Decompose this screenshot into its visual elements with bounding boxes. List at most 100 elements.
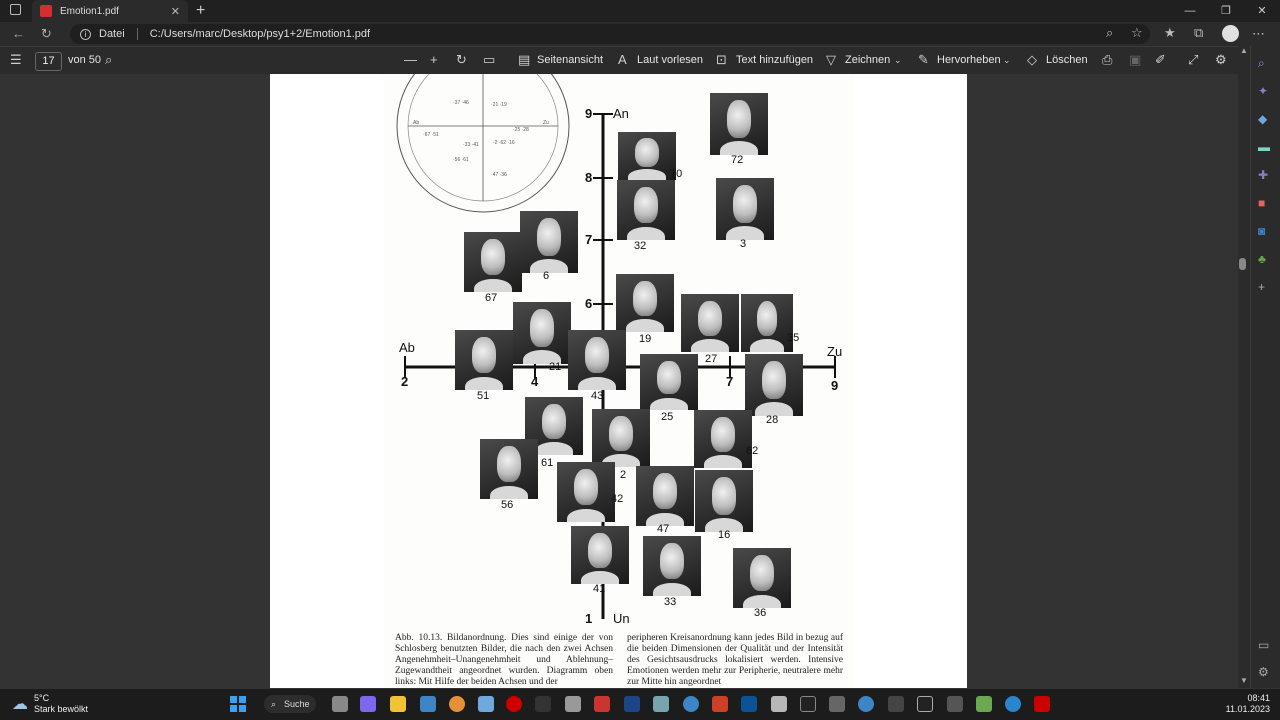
highlight-icon: ✎ [918, 52, 929, 67]
draw-button[interactable]: Zeichnen [845, 54, 890, 66]
tab-title: Emotion1.pdf [60, 5, 119, 17]
face-photo [643, 536, 701, 596]
table-of-contents-icon[interactable]: ☰ [10, 52, 22, 68]
add-text-button[interactable]: Text hinzufügen [736, 54, 813, 66]
url-field[interactable]: i Datei C:/Users/marc/Desktop/psy1+2/Emo… [70, 24, 1150, 44]
app-icon[interactable] [594, 696, 610, 712]
pdf-app-icon[interactable] [1034, 696, 1050, 712]
fullscreen-icon[interactable]: ⤢ [1188, 52, 1198, 68]
draw-dropdown-icon[interactable]: ⌄ [894, 55, 902, 66]
face-number: 25 [661, 411, 674, 423]
face-photo [592, 409, 650, 467]
app-icon[interactable] [888, 696, 904, 712]
settings-icon[interactable]: ⚙ [1215, 52, 1227, 68]
zoom-out-icon[interactable]: — [404, 52, 417, 67]
read-aloud-button[interactable]: Laut vorlesen [637, 54, 703, 66]
face-number: 72 [731, 154, 744, 166]
restore-icon[interactable]: ❐ [1208, 0, 1244, 22]
window-menu-icon[interactable] [10, 4, 21, 15]
highlight-button[interactable]: Hervorheben [937, 54, 1001, 66]
collections-icon[interactable]: ⧉ [1194, 25, 1203, 41]
page-total: von 50 [68, 54, 102, 66]
browser-tab[interactable]: Emotion1.pdf ✕ [32, 0, 188, 22]
tools-icon[interactable]: ▬ [1258, 140, 1270, 154]
tick-y-8: 8 [585, 170, 593, 185]
outlook-icon[interactable]: ◙ [1258, 224, 1265, 238]
face-number: 21 [549, 361, 562, 373]
search-icon[interactable]: ⌕ [1258, 56, 1265, 71]
page-number-input[interactable]: 17 [35, 52, 62, 71]
app-icon[interactable] [829, 696, 845, 712]
tree-icon[interactable]: ♣ [1258, 252, 1266, 266]
edge-icon[interactable] [1005, 696, 1021, 712]
weather-desc: Stark bewölkt [34, 704, 89, 714]
new-tab-button[interactable]: + [196, 2, 205, 20]
terminal-icon[interactable] [917, 696, 933, 712]
face-photo [694, 410, 752, 468]
app-icon[interactable] [976, 696, 992, 712]
system-clock[interactable]: 08:41 11.01.2023 [1226, 693, 1270, 715]
favorites-icon[interactable]: ★ [1164, 25, 1176, 41]
start-icon[interactable] [230, 696, 246, 712]
app-icon[interactable] [565, 696, 581, 712]
url-text: C:/Users/marc/Desktop/psy1+2/Emotion1.pd… [149, 28, 371, 40]
games-icon[interactable]: ✚ [1258, 168, 1268, 182]
weather-widget[interactable]: 5°C Stark bewölkt [34, 693, 88, 715]
terminal-icon[interactable] [800, 696, 816, 712]
firefox-icon[interactable] [449, 696, 465, 712]
zoom-in-icon[interactable]: + [430, 52, 438, 67]
vertical-scrollbar[interactable]: ▲ ▼ [1238, 46, 1250, 688]
face-number: 56 [501, 499, 514, 511]
telegram-icon[interactable] [858, 696, 874, 712]
refresh-icon[interactable]: ↻ [41, 26, 52, 42]
rotate-icon[interactable]: ↻ [456, 52, 467, 68]
add-icon[interactable]: + [1258, 280, 1265, 294]
app-icon[interactable] [653, 696, 669, 712]
app-icon[interactable] [771, 696, 787, 712]
minimize-icon[interactable]: — [1172, 0, 1208, 22]
copilot-icon[interactable]: ✦ [1258, 84, 1268, 98]
sidebar-toggle-icon[interactable]: ▭ [1258, 638, 1269, 652]
face-photo [513, 302, 571, 364]
app-icon[interactable] [741, 696, 757, 712]
back-icon[interactable]: ← [12, 26, 25, 41]
search-icon[interactable]: ⌕ [105, 52, 112, 68]
tick-y-7: 7 [585, 232, 593, 247]
powershell-icon[interactable] [624, 696, 640, 712]
scheme-label: Datei [99, 28, 125, 40]
taskbar-search[interactable]: ⌕ Suche [264, 695, 316, 713]
add-text-icon: ⊡ [716, 52, 727, 67]
app-icon[interactable] [712, 696, 728, 712]
telegram-icon[interactable] [683, 696, 699, 712]
save-as-icon[interactable]: ✐ [1155, 52, 1166, 68]
pdf-viewer[interactable]: ·37 ·46·21 ·19 ·33 ·41·2 ·62 ·16 ·56 ·61… [0, 74, 1250, 688]
weather-icon[interactable]: ☁ [12, 694, 28, 714]
face-number: 43 [591, 390, 604, 402]
close-window-icon[interactable]: ✕ [1244, 0, 1280, 22]
close-tab-icon[interactable]: ✕ [171, 5, 180, 18]
task-view-icon[interactable] [332, 696, 348, 712]
office-icon[interactable]: ■ [1258, 196, 1265, 210]
shopping-icon[interactable]: ◆ [1258, 112, 1267, 126]
file-explorer-icon[interactable] [390, 696, 406, 712]
zoom-icon[interactable]: ⌕ [1106, 25, 1113, 41]
erase-button[interactable]: Löschen [1046, 54, 1088, 66]
sidebar-settings-icon[interactable]: ⚙ [1258, 665, 1269, 679]
tick-x-2: 2 [401, 374, 409, 389]
fit-page-icon[interactable]: ▭ [483, 52, 495, 68]
scrollbar-thumb[interactable] [1239, 258, 1246, 270]
more-menu-icon[interactable]: ⋯ [1252, 26, 1265, 42]
favorite-add-icon[interactable]: ☆ [1131, 25, 1143, 41]
highlight-dropdown-icon[interactable]: ⌄ [1003, 55, 1011, 66]
face-number: 36 [754, 607, 767, 619]
app-icon[interactable] [478, 696, 494, 712]
live-icon[interactable] [535, 696, 551, 712]
face-number: 51 [477, 390, 490, 402]
print-icon[interactable]: ⎙ [1102, 52, 1112, 68]
chrome-icon[interactable] [506, 696, 522, 712]
page-view-button[interactable]: Seitenansicht [537, 54, 603, 66]
profile-avatar[interactable] [1222, 25, 1239, 42]
teams-icon[interactable] [360, 696, 376, 712]
app-icon[interactable] [947, 696, 963, 712]
defender-icon[interactable] [420, 696, 436, 712]
